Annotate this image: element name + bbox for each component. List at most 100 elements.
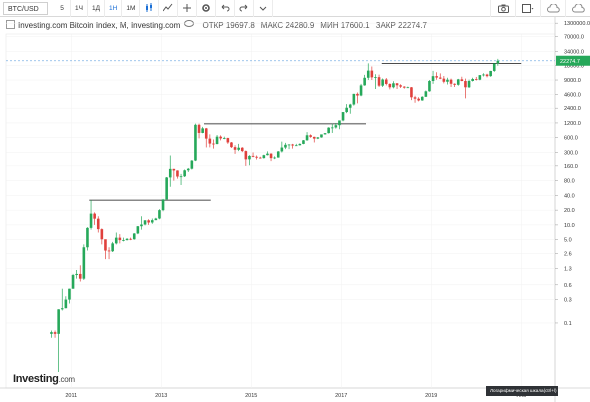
candle-body (341, 112, 345, 121)
candle (114, 232, 118, 245)
candle (208, 134, 212, 148)
y-tick-label: 2.6 (564, 252, 572, 258)
candle (424, 90, 428, 98)
candle-body (114, 237, 118, 244)
candle-body (197, 124, 201, 133)
candle-body (226, 138, 230, 143)
candle (338, 120, 341, 130)
candle (370, 66, 374, 81)
candle (478, 75, 482, 81)
candle-body (320, 134, 323, 138)
candle-body (309, 135, 312, 137)
brand-suffix: .com (58, 375, 75, 384)
candle (96, 216, 100, 233)
candle (294, 143, 298, 147)
candle (237, 143, 240, 152)
candle (53, 330, 57, 338)
candle-body (428, 81, 431, 92)
candle (75, 270, 78, 279)
candle (89, 200, 93, 230)
trend-lines (89, 63, 522, 201)
candle (341, 112, 345, 122)
candle-body (201, 128, 204, 133)
candle-body (190, 160, 194, 169)
candle-body (125, 238, 129, 241)
candle-body (237, 147, 240, 150)
price-axis[interactable]: 1300000.070000.034000.018000.09000.04600… (555, 21, 590, 327)
candle (147, 219, 150, 225)
candle-body (53, 332, 57, 334)
candle-body (60, 308, 64, 310)
candle-body (330, 127, 334, 129)
candle-body (143, 220, 147, 225)
time-axis[interactable]: 2011 2013 2015 2017 2019 Янв (65, 393, 526, 399)
candle-body (96, 218, 100, 230)
candle-body (467, 81, 471, 88)
candle-body (68, 288, 71, 300)
candle (273, 156, 276, 160)
candle (417, 97, 420, 102)
candle (327, 127, 330, 134)
candle (431, 70, 435, 84)
candle (104, 239, 107, 260)
candle (492, 63, 496, 72)
y-tick-label: 20.0 (564, 208, 575, 214)
candle-body (176, 170, 179, 177)
candle-body (280, 147, 284, 152)
candle-body (111, 243, 114, 252)
investing-logo: Investing.com (13, 373, 75, 385)
candle-body (78, 273, 82, 279)
candle (460, 76, 464, 82)
y-tick-label: 80.0 (564, 179, 575, 185)
x-tick-label: 2011 (65, 393, 77, 399)
candle-body (384, 79, 388, 84)
y-tick-label: 2400.0 (564, 106, 581, 112)
candle (402, 86, 406, 89)
candle (312, 136, 316, 143)
candle (345, 104, 348, 114)
candle (93, 212, 96, 225)
candle (456, 78, 460, 86)
candle-body (172, 168, 176, 171)
candle (395, 83, 399, 90)
candle (428, 80, 431, 92)
candle (240, 147, 244, 153)
candle-body (449, 79, 453, 84)
price-chart[interactable]: 1300000.070000.034000.018000.09000.04600… (0, 0, 590, 402)
y-tick-label: 0.6 (564, 283, 572, 289)
candle-body (392, 83, 395, 88)
candle-body (208, 138, 212, 144)
candle-body (140, 224, 143, 227)
candle (446, 77, 449, 85)
candle-body (363, 77, 366, 86)
candle (276, 151, 280, 158)
candle-body (294, 145, 298, 147)
candle-body (222, 138, 226, 139)
candle-body (446, 79, 449, 82)
candle (298, 143, 302, 146)
x-tick-label: 2019 (425, 393, 437, 399)
candle-body (204, 128, 208, 139)
candle-body (147, 220, 150, 223)
candle (363, 74, 366, 86)
candle-body (291, 144, 294, 146)
candle (482, 73, 485, 77)
candle-body (86, 227, 89, 248)
candle-body (212, 143, 215, 145)
candle-body (154, 218, 158, 221)
candle (165, 176, 168, 200)
candle-body (150, 220, 154, 223)
candle (172, 168, 176, 181)
candle-body (75, 273, 78, 276)
candle (68, 288, 71, 304)
candle (194, 123, 197, 162)
candle (471, 77, 474, 82)
candle-body (100, 229, 104, 240)
candle (410, 86, 413, 101)
candle (438, 73, 442, 80)
candle-body (334, 125, 338, 128)
candle (190, 160, 194, 170)
candle (291, 143, 294, 149)
candle-body (356, 93, 359, 96)
candle-body (399, 85, 402, 87)
